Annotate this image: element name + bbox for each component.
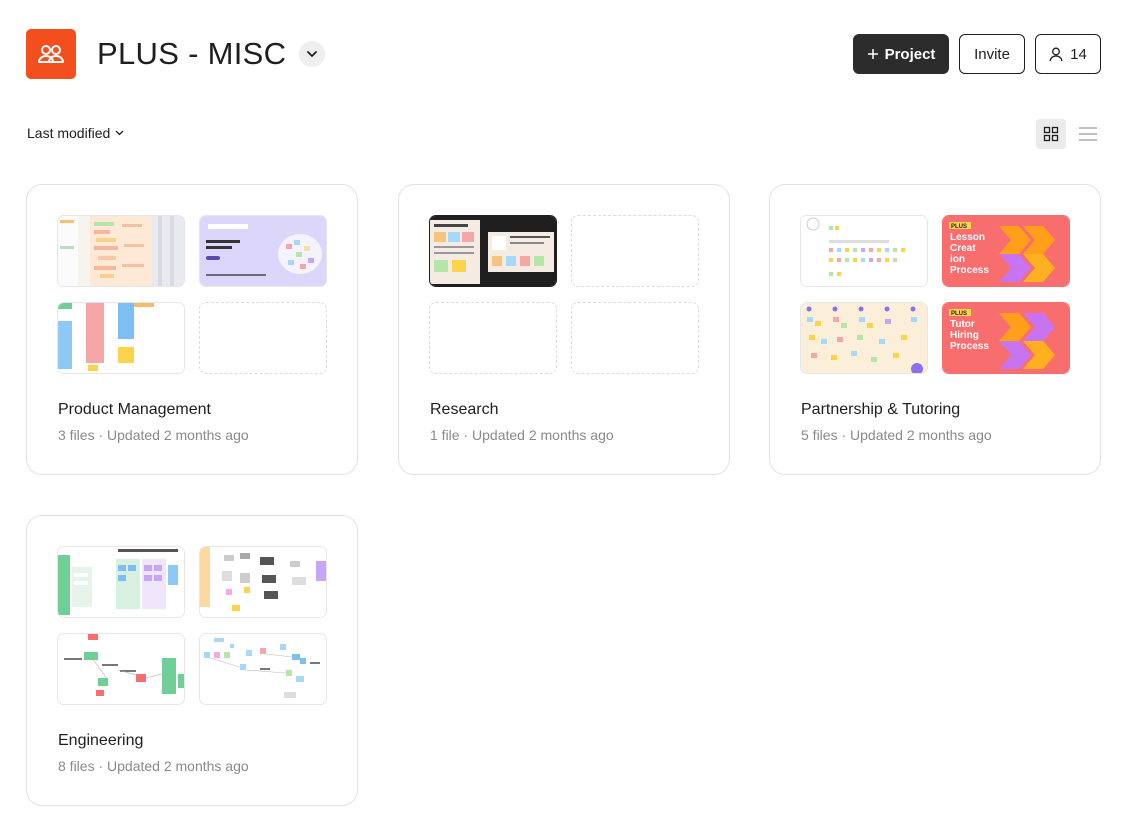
team-title: PLUS - MISC [97,36,287,71]
new-project-button[interactable]: Project [853,34,949,74]
file-thumbnail[interactable] [800,302,928,374]
thumb-text: Process [950,341,989,352]
file-thumbnail[interactable] [199,546,327,618]
file-thumbnail[interactable] [199,633,327,705]
file-thumbnail[interactable] [800,215,928,287]
thumb-text: Lesson [950,232,985,243]
list-icon [1079,127,1097,141]
project-title: Research [430,401,499,418]
file-thumbnail[interactable] [57,302,185,374]
chevron-down-icon [307,51,317,57]
file-thumbnail[interactable] [57,215,185,287]
thumbnail-grid [57,215,327,374]
project-card-research[interactable]: Research 1 file · Updated 2 months ago [398,184,730,475]
team-menu-button[interactable] [299,41,325,67]
project-meta: 1 file · Updated 2 months ago [430,427,614,443]
member-count: 14 [1070,45,1087,63]
project-card-partnership-tutoring[interactable]: PLUS Lesson Creat ion Process PLUS Tutor… [769,184,1101,475]
file-thumbnail-lesson-creation[interactable]: PLUS Lesson Creat ion Process [942,215,1070,287]
project-meta: 3 files · Updated 2 months ago [58,427,249,443]
list-view-button[interactable] [1073,119,1103,149]
project-title: Engineering [58,732,144,749]
thumb-text: ion [950,254,965,265]
grid-view-button[interactable] [1036,119,1066,149]
file-thumbnail[interactable] [429,215,557,287]
thumb-text: Hiring [950,330,979,341]
invite-button[interactable]: Invite [959,34,1025,74]
file-thumbnail[interactable] [57,633,185,705]
people-icon [38,45,64,63]
project-title: Product Management [58,401,211,418]
thumbnail-grid: PLUS Lesson Creat ion Process PLUS Tutor… [800,215,1070,374]
members-button[interactable]: 14 [1035,34,1101,74]
file-thumbnail-tutor-hiring[interactable]: PLUS Tutor Hiring Process [942,302,1070,374]
thumb-text: PLUS [951,311,967,317]
empty-thumbnail-slot [571,215,699,287]
project-meta: 5 files · Updated 2 months ago [801,427,992,443]
project-card-engineering[interactable]: Engineering 8 files · Updated 2 months a… [26,515,358,806]
file-thumbnail[interactable] [57,546,185,618]
thumb-text: Process [950,265,989,276]
project-title: Partnership & Tutoring [801,401,961,418]
thumb-text: Tutor [950,319,975,330]
team-logo[interactable] [26,29,76,79]
project-meta: 8 files · Updated 2 months ago [58,758,249,774]
file-thumbnail[interactable] [199,215,327,287]
empty-thumbnail-slot [571,302,699,374]
project-card-product-management[interactable]: Product Management 3 files · Updated 2 m… [26,184,358,475]
chevron-down-icon [115,130,124,136]
new-project-label: Project [884,45,936,63]
thumbnail-grid [57,546,327,705]
empty-thumbnail-slot [429,302,557,374]
thumb-text: Creat [950,243,976,254]
sort-dropdown[interactable]: Last modified [27,125,124,141]
thumb-text: PLUS [951,224,967,230]
plus-icon [867,49,878,59]
grid-icon [1043,126,1059,142]
empty-thumbnail-slot [199,302,327,374]
invite-label: Invite [974,45,1010,63]
user-icon [1049,47,1063,61]
thumbnail-grid [429,215,699,374]
sort-label: Last modified [27,125,111,141]
